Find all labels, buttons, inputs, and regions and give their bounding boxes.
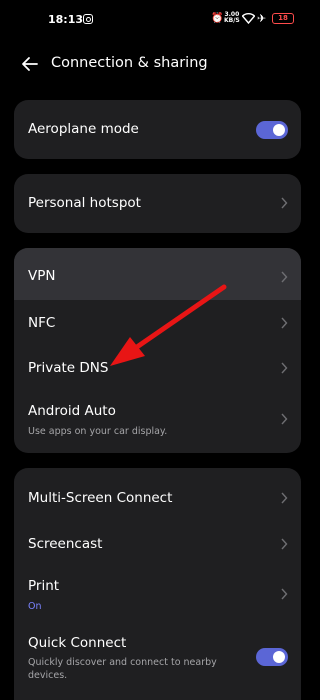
network-speed: 3.00 KB/S: [224, 12, 240, 24]
status-bar: 18:13 ⏰ 3.00 KB/S ✈ 18: [0, 0, 315, 38]
sharing-card: Multi-Screen Connect Screencast Print On…: [14, 468, 301, 700]
header: Connection & sharing: [0, 44, 315, 84]
battery-icon: 18: [272, 13, 294, 24]
android-auto-row[interactable]: Android Auto Use apps on your car displa…: [14, 390, 301, 453]
print-row[interactable]: Print On: [14, 568, 301, 626]
private-dns-label: Private DNS: [28, 360, 109, 376]
aeroplane-mode-toggle[interactable]: [256, 121, 288, 139]
network-card: VPN NFC Private DNS Android Auto Use app…: [14, 248, 301, 453]
personal-hotspot-label: Personal hotspot: [28, 195, 141, 211]
nfc-row[interactable]: NFC: [14, 300, 301, 346]
instagram-icon: [83, 14, 93, 24]
quick-connect-label: Quick Connect: [28, 635, 127, 651]
private-dns-row[interactable]: Private DNS: [14, 346, 301, 390]
vpn-label: VPN: [28, 268, 56, 284]
android-auto-label: Android Auto: [28, 403, 116, 419]
status-time: 18:13: [48, 13, 84, 26]
vpn-row[interactable]: VPN: [14, 248, 301, 300]
chevron-right-icon: [281, 538, 288, 550]
print-label: Print: [28, 578, 60, 594]
aeroplane-mode-label: Aeroplane mode: [28, 121, 139, 137]
print-status: On: [28, 601, 42, 612]
quick-connect-subtitle: Quickly discover and connect to nearby d…: [28, 657, 217, 681]
network-speed-unit: KB/S: [224, 17, 240, 24]
chevron-right-icon: [281, 271, 288, 283]
hotspot-card: Personal hotspot: [14, 174, 301, 233]
wifi-icon: [242, 13, 255, 24]
chevron-right-icon: [281, 362, 288, 374]
nfc-label: NFC: [28, 315, 56, 331]
page-title: Connection & sharing: [51, 55, 208, 71]
android-auto-subtitle: Use apps on your car display.: [28, 426, 168, 437]
chevron-right-icon: [281, 413, 288, 425]
airplane-icon: ✈: [257, 12, 267, 25]
back-arrow-icon[interactable]: [18, 52, 42, 76]
aeroplane-mode-row[interactable]: Aeroplane mode: [14, 100, 301, 159]
quick-connect-row[interactable]: Quick Connect Quickly discover and conne…: [14, 626, 301, 700]
quick-connect-toggle[interactable]: [256, 648, 288, 666]
chevron-right-icon: [281, 588, 288, 600]
aeroplane-card: Aeroplane mode: [14, 100, 301, 159]
chevron-right-icon: [281, 197, 288, 209]
multi-screen-connect-label: Multi-Screen Connect: [28, 490, 173, 506]
alarm-off-icon: ⏰: [211, 13, 224, 24]
multi-screen-connect-row[interactable]: Multi-Screen Connect: [14, 468, 301, 522]
personal-hotspot-row[interactable]: Personal hotspot: [14, 174, 301, 233]
chevron-right-icon: [281, 492, 288, 504]
screencast-label: Screencast: [28, 536, 103, 552]
screencast-row[interactable]: Screencast: [14, 522, 301, 568]
chevron-right-icon: [281, 317, 288, 329]
